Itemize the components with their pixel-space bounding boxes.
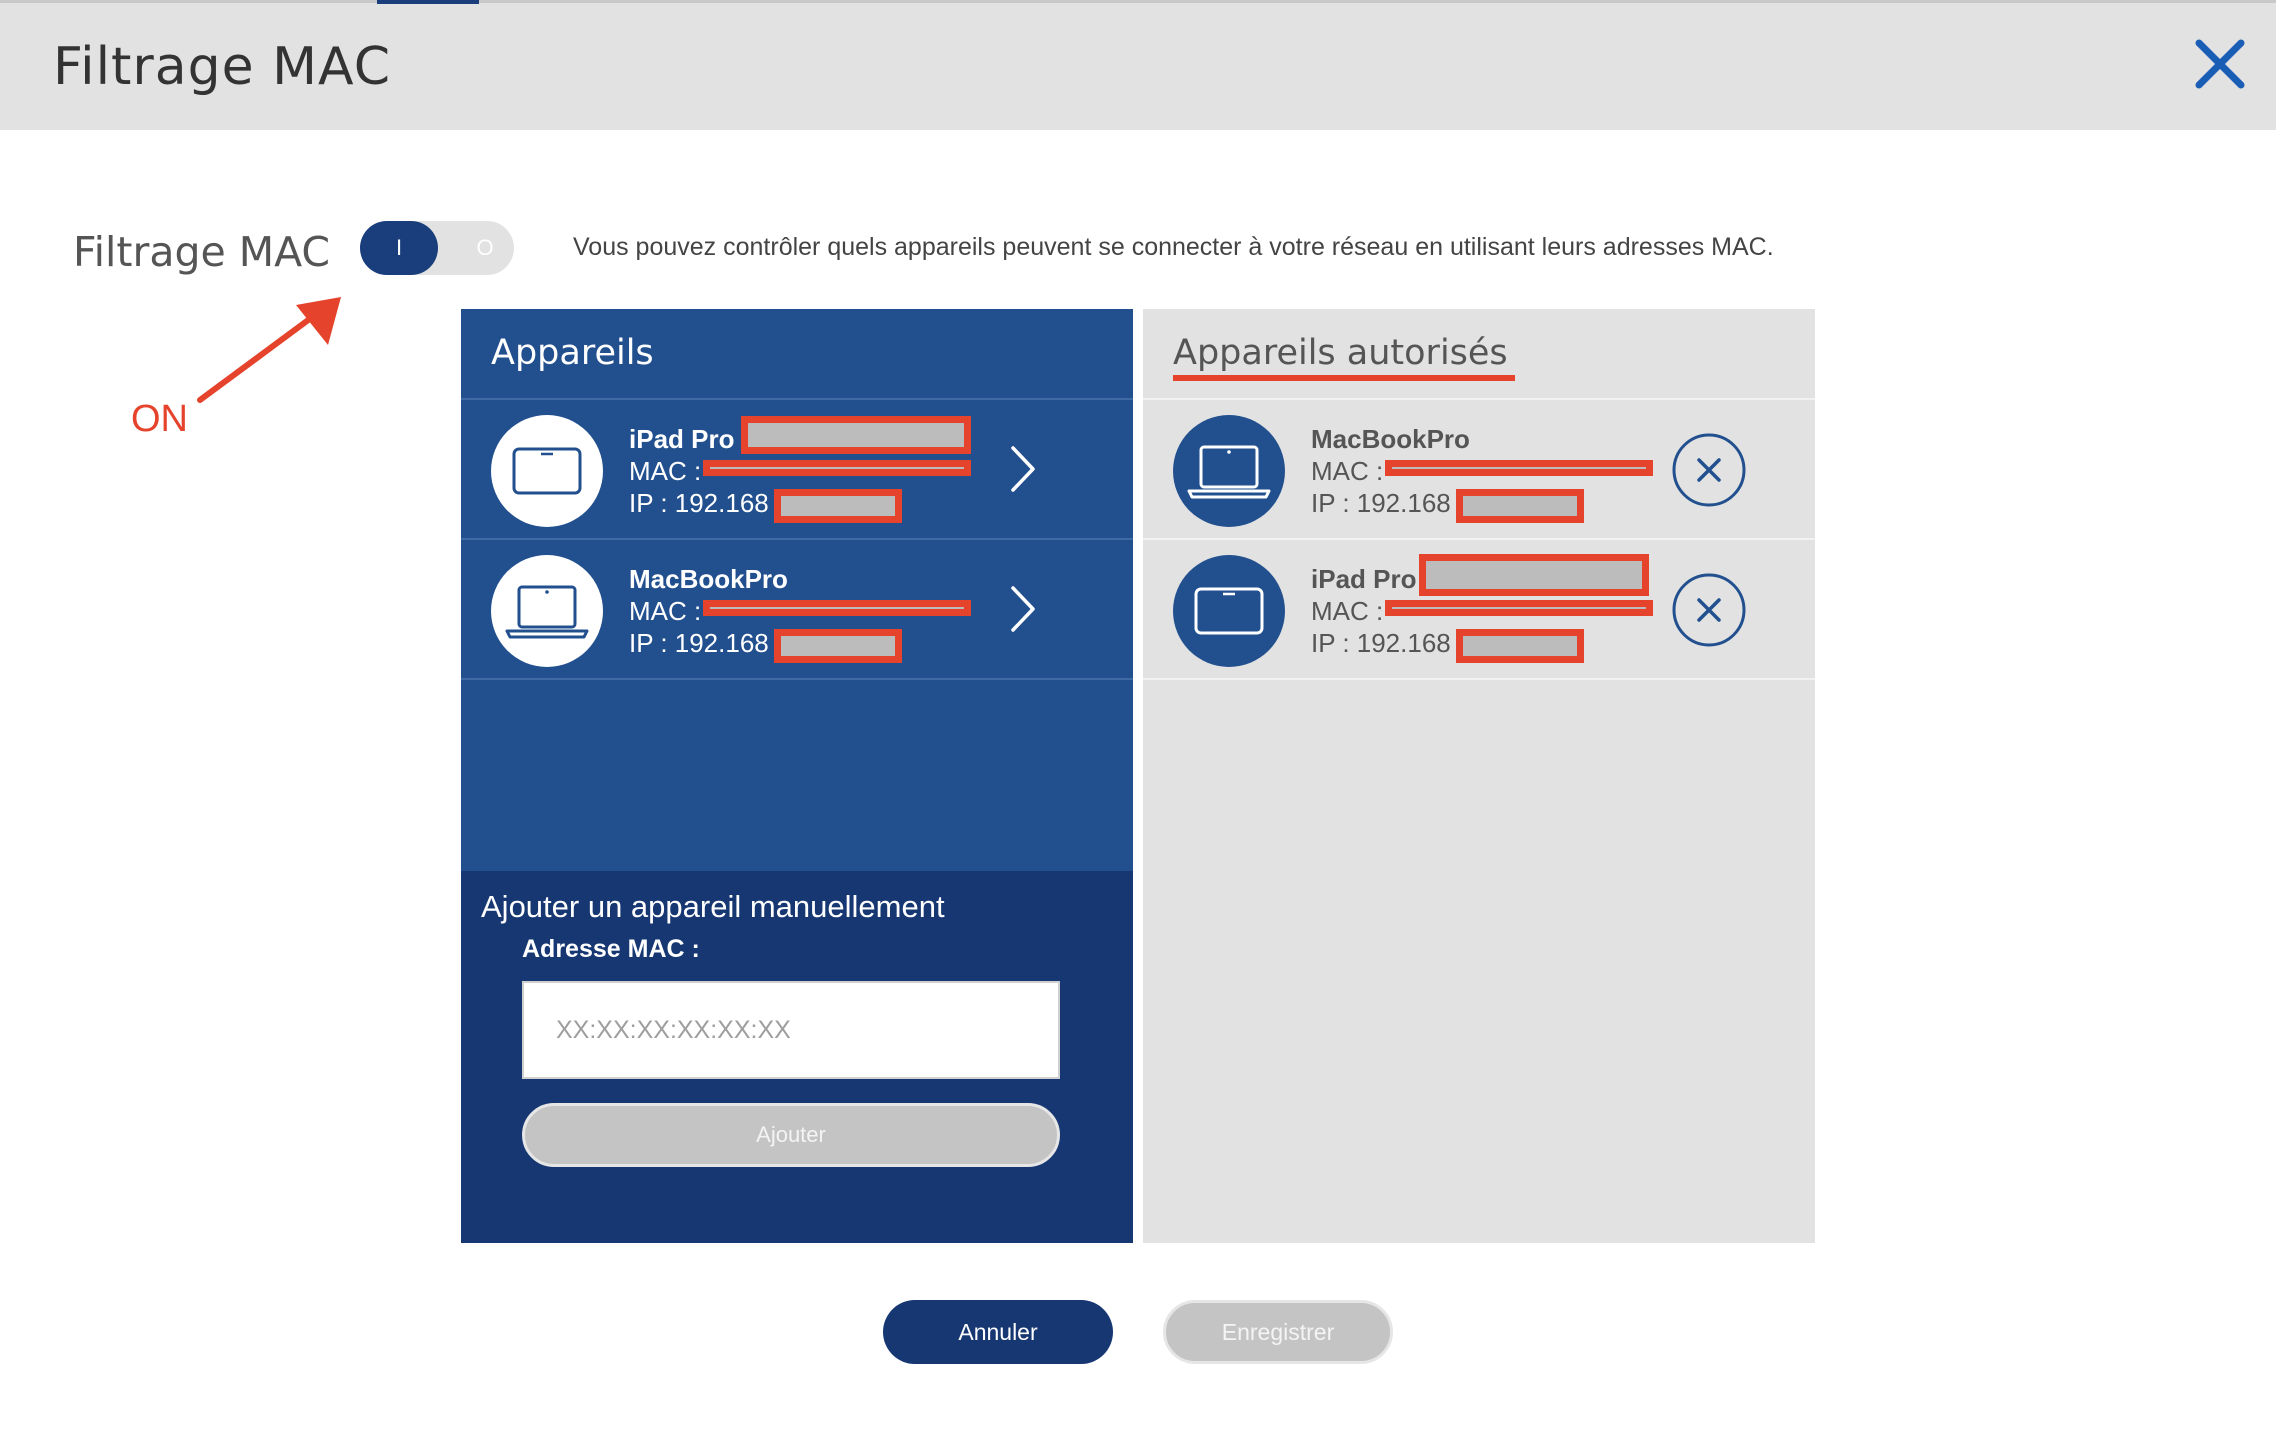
divider [461, 678, 1133, 680]
authorized-panel: Appareils autorisés MacBookPro MAC : IP … [1143, 309, 1815, 1243]
redaction-box [741, 416, 971, 454]
tablet-icon [512, 447, 582, 495]
device-row-macbookpro[interactable]: MacBookPro MAC : IP : 192.168 [461, 540, 1133, 678]
close-icon [2195, 39, 2245, 89]
filter-toggle-label: Filtrage MAC [73, 228, 331, 276]
chevron-right-icon [1011, 586, 1035, 632]
redaction-box [1419, 554, 1649, 596]
redaction-box [1456, 629, 1584, 663]
device-mac: MAC : [1311, 456, 1384, 486]
device-mac: MAC : [629, 456, 702, 486]
device-name: MacBookPro [629, 564, 788, 594]
manual-add-title: Ajouter un appareil manuellement [481, 889, 945, 924]
close-circle-icon [1672, 433, 1746, 507]
cancel-button[interactable]: Annuler [883, 1300, 1113, 1364]
device-mac: MAC : [1311, 596, 1384, 626]
add-device-button[interactable]: Ajouter [522, 1103, 1060, 1167]
chevron-right-icon [1011, 446, 1035, 492]
device-ip: IP : 192.168 [629, 488, 769, 518]
divider [1143, 678, 1815, 680]
redaction-box [1456, 489, 1584, 523]
device-ip: IP : 192.168 [1311, 628, 1451, 658]
close-button[interactable] [2189, 33, 2251, 95]
device-row-ipad-pro[interactable]: iPad Pro MAC : IP : 192.168 [461, 400, 1133, 538]
manual-add-section: Ajouter un appareil manuellement Adresse… [461, 871, 1133, 1243]
tab-accent [377, 0, 479, 4]
tablet-icon [1194, 587, 1264, 635]
redaction-box [774, 629, 902, 663]
mac-address-label: Adresse MAC : [522, 935, 700, 963]
toggle-off-text: O [476, 235, 494, 260]
device-avatar [1173, 415, 1285, 527]
redaction-box [1385, 460, 1653, 476]
mac-address-input[interactable] [522, 981, 1060, 1079]
redaction-box [1385, 600, 1653, 616]
device-name: MacBookPro [1311, 424, 1470, 454]
device-avatar [1173, 555, 1285, 667]
device-avatar [491, 415, 603, 527]
redaction-box [703, 460, 971, 476]
remove-device-button[interactable] [1671, 572, 1747, 648]
filter-description: Vous pouvez contrôler quels appareils pe… [573, 233, 1774, 261]
laptop-icon [505, 585, 589, 639]
title-underline-annotation [1173, 375, 1515, 381]
device-avatar [491, 555, 603, 667]
devices-panel: Appareils iPad Pro MAC : IP : 192.168 Ma… [461, 309, 1133, 1243]
authorized-row-ipad-pro: iPad Pro MAC : IP : 192.168 [1143, 540, 1815, 678]
device-name: iPad Pro [629, 424, 735, 454]
device-ip: IP : 192.168 [1311, 488, 1451, 518]
redaction-box [774, 489, 902, 523]
device-mac: MAC : [629, 596, 702, 626]
annotation-arrow-icon [197, 297, 341, 403]
devices-panel-title: Appareils [491, 333, 654, 373]
laptop-icon [1187, 445, 1271, 499]
toggle-on-knob: I [360, 221, 438, 275]
authorized-panel-title: Appareils autorisés [1173, 333, 1508, 373]
save-button[interactable]: Enregistrer [1163, 1300, 1393, 1364]
remove-device-button[interactable] [1671, 432, 1747, 508]
device-ip: IP : 192.168 [629, 628, 769, 658]
device-name: iPad Pro [1311, 564, 1417, 594]
close-circle-icon [1672, 573, 1746, 647]
redaction-box [703, 600, 971, 616]
authorized-row-macbookpro: MacBookPro MAC : IP : 192.168 [1143, 400, 1815, 538]
modal-header: Filtrage MAC [0, 0, 2276, 130]
annotation-on-label: ON [131, 398, 188, 440]
mac-filter-toggle[interactable]: I O [360, 221, 514, 275]
modal-title: Filtrage MAC [53, 37, 392, 97]
